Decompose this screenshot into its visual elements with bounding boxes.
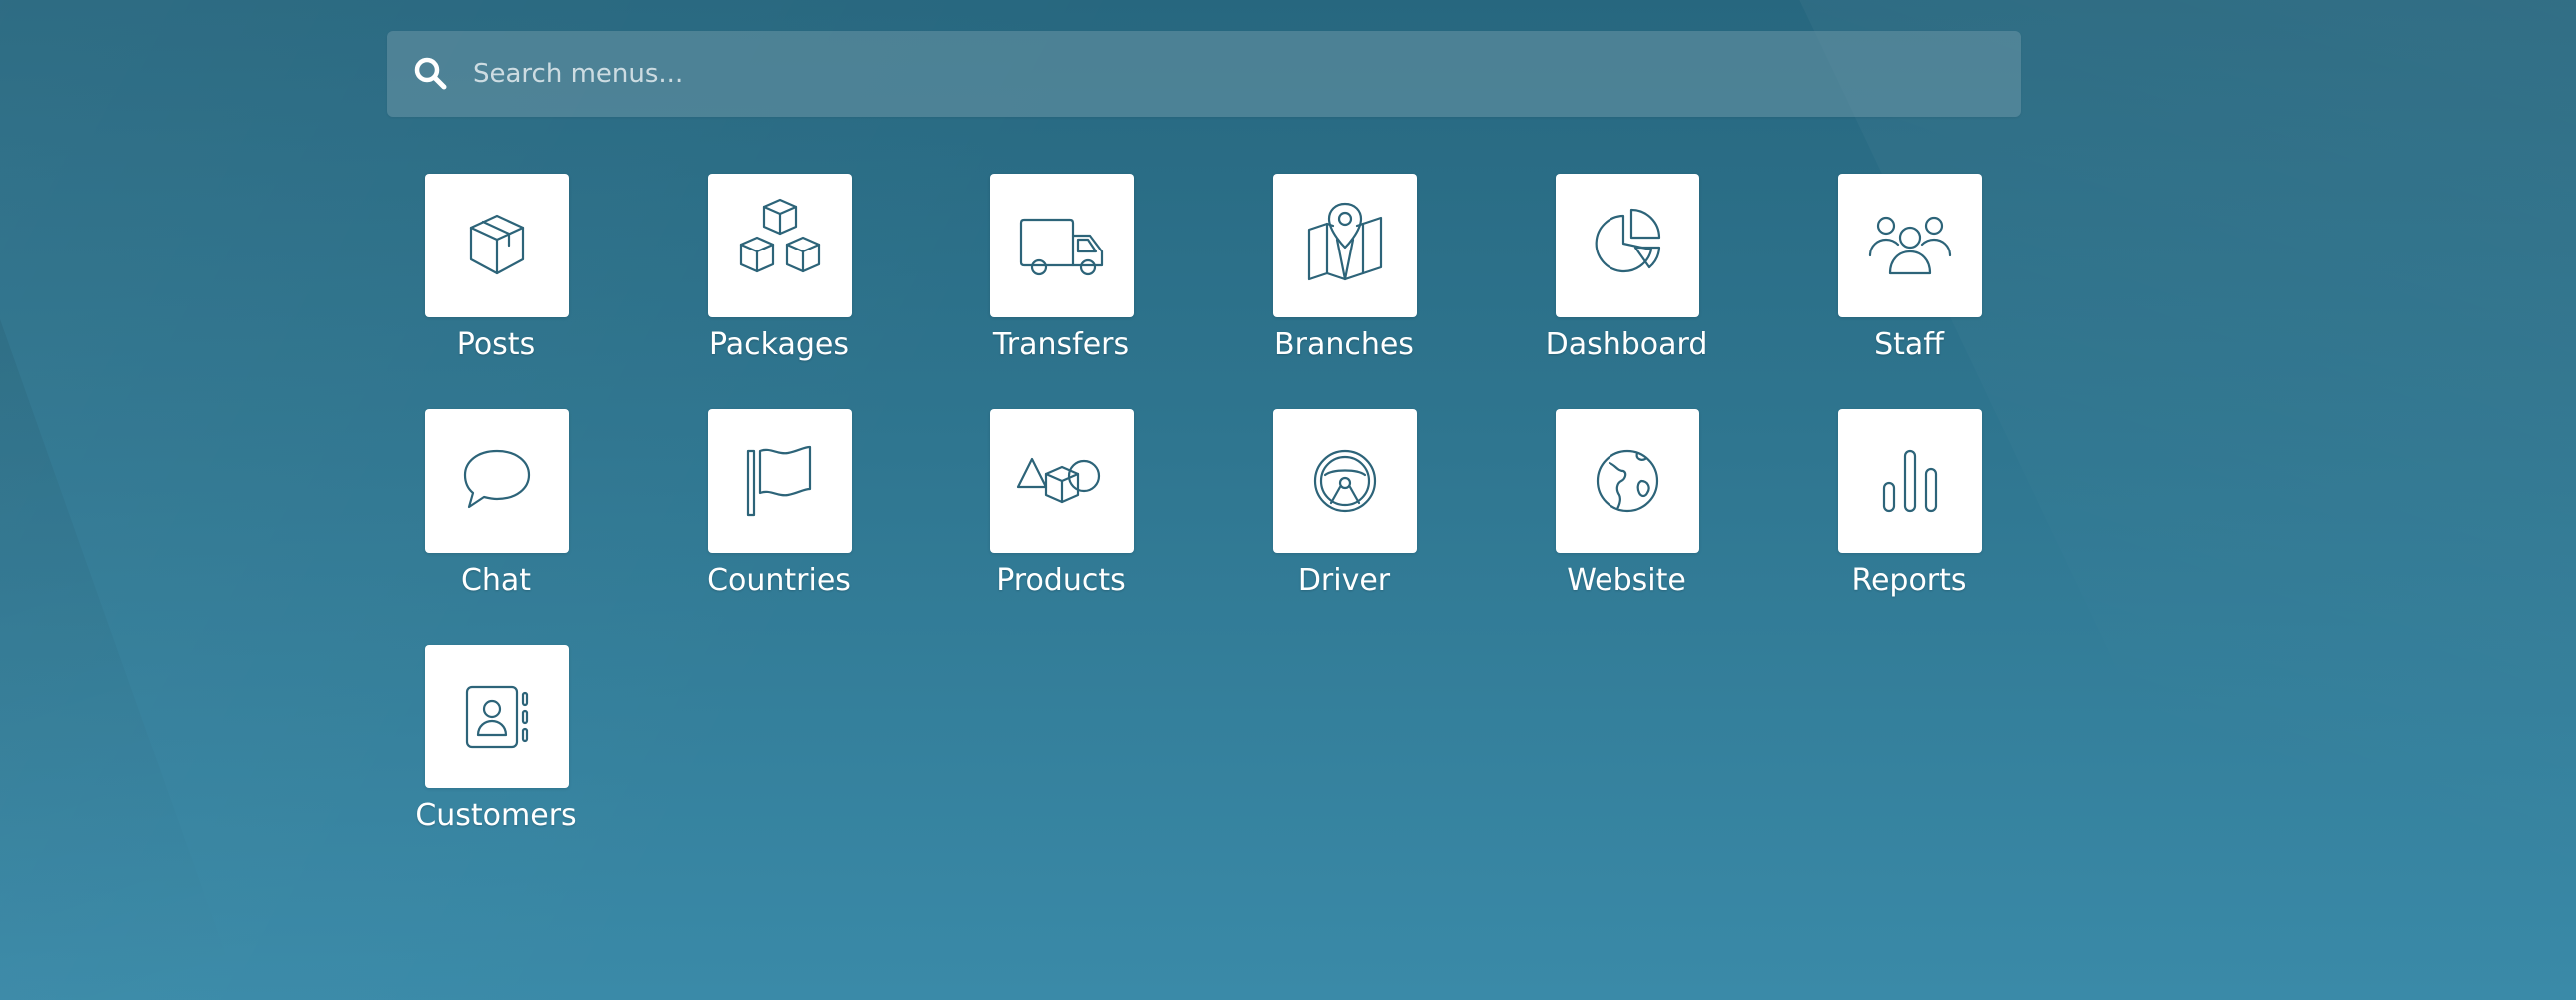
stacked-boxes-icon <box>739 198 821 273</box>
menu-tile-icon-box[interactable] <box>1838 174 1982 317</box>
menu-tile-icon-box[interactable] <box>1273 409 1417 553</box>
menu-tile-customers[interactable]: Customers <box>354 645 638 844</box>
steering-wheel-icon <box>1313 449 1377 513</box>
menu-tile-packages[interactable]: Packages <box>637 174 921 373</box>
pie-chart-icon <box>1595 208 1661 273</box>
shapes-icon <box>1016 457 1101 504</box>
menu-tile-icon-box[interactable] <box>708 174 852 317</box>
bar-chart-icon <box>1882 449 1938 513</box>
map-pin-icon <box>1307 202 1383 281</box>
menu-tile-icon-box[interactable] <box>425 174 569 317</box>
menu-tile-label: Chat <box>460 563 532 598</box>
menu-tile-label: Customers <box>415 798 577 833</box>
menu-tile-label: Reports <box>1851 563 1967 598</box>
menu-tile-reports[interactable]: Reports <box>1767 409 2051 609</box>
menu-tile-staff[interactable]: Staff <box>1767 174 2051 373</box>
menu-tile-label: Packages <box>709 327 849 362</box>
menu-tile-label: Transfers <box>992 327 1130 362</box>
menu-tile-chat[interactable]: Chat <box>354 409 638 609</box>
menu-tile-products[interactable]: Products <box>920 409 1203 609</box>
menu-tile-label: Driver <box>1297 563 1391 598</box>
flag-icon <box>746 445 812 517</box>
menu-tile-label: Posts <box>456 327 536 362</box>
menu-tile-icon-box[interactable] <box>1838 409 1982 553</box>
menu-tile-icon-box[interactable] <box>1273 174 1417 317</box>
menu-tile-label: Branches <box>1274 327 1414 362</box>
menu-tile-transfers[interactable]: Transfers <box>920 174 1203 373</box>
menu-tile-label: Staff <box>1874 327 1944 362</box>
menu-tile-icon-box[interactable] <box>1556 409 1699 553</box>
box-icon <box>469 214 525 275</box>
menu-tile-label: Products <box>996 563 1126 598</box>
menu-tile-branches[interactable]: Branches <box>1202 174 1486 373</box>
desktop: { "search": { "placeholder": "Search men… <box>0 0 2576 1000</box>
menu-tile-icon-box[interactable] <box>425 645 569 788</box>
globe-icon <box>1596 449 1659 513</box>
menu-tile-label: Website <box>1567 563 1686 598</box>
people-icon <box>1868 216 1952 275</box>
menu-tile-icon-box[interactable] <box>990 174 1134 317</box>
menu-tile-label: Countries <box>707 563 851 598</box>
menu-tile-driver[interactable]: Driver <box>1202 409 1486 609</box>
contact-book-icon <box>465 685 529 749</box>
menu-tile-icon-box[interactable] <box>1556 174 1699 317</box>
menu-tile-icon-box[interactable] <box>425 409 569 553</box>
menu-tile-label: Dashboard <box>1545 327 1708 362</box>
menu-tile-dashboard[interactable]: Dashboard <box>1485 174 1768 373</box>
menu-tile-icon-box[interactable] <box>708 409 852 553</box>
menu-grid: Posts Packages Transfers Branches Dashbo… <box>0 0 2576 1000</box>
menu-tile-posts[interactable]: Posts <box>354 174 638 373</box>
menu-tile-icon-box[interactable] <box>990 409 1134 553</box>
menu-tile-countries[interactable]: Countries <box>637 409 921 609</box>
menu-tile-website[interactable]: Website <box>1485 409 1768 609</box>
truck-icon <box>1019 218 1104 276</box>
speech-bubble-icon <box>463 449 531 509</box>
